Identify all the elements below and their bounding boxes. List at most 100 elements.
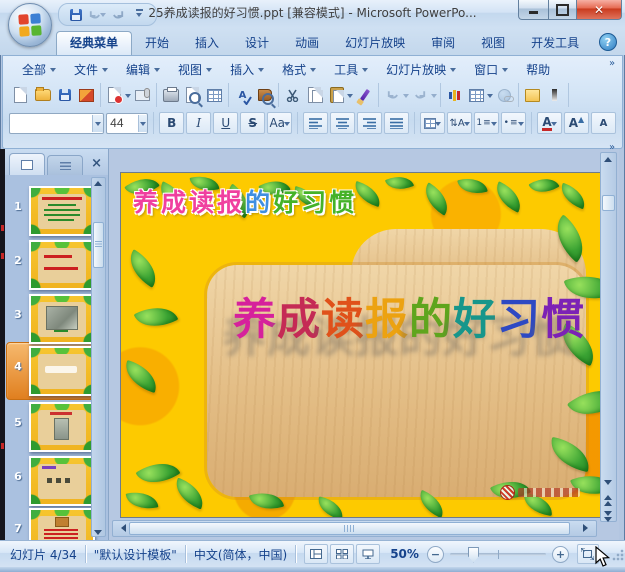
horizontal-scroll-thumb[interactable] xyxy=(129,522,570,535)
zoom-in-button[interactable]: + xyxy=(551,545,569,563)
menu-all[interactable]: 全部 xyxy=(13,59,65,80)
scroll-down-icon[interactable] xyxy=(94,530,102,535)
underline-button[interactable]: U xyxy=(213,112,239,134)
office-button[interactable] xyxy=(8,3,52,47)
tab-home[interactable]: 开始 xyxy=(132,32,182,55)
hyperlink-button[interactable] xyxy=(494,85,515,106)
close-view-button[interactable] xyxy=(204,85,225,106)
font-size-input[interactable] xyxy=(107,115,139,131)
menu-file[interactable]: 文件 xyxy=(65,59,117,80)
scroll-right-icon[interactable] xyxy=(583,524,592,532)
permission-button[interactable] xyxy=(104,85,125,106)
close-button[interactable]: ✕ xyxy=(577,0,622,20)
font-name-dropdown[interactable] xyxy=(91,114,104,132)
mail-attach-button[interactable] xyxy=(132,85,153,106)
tab-animations[interactable]: 动画 xyxy=(282,32,332,55)
scroll-up-icon[interactable] xyxy=(604,157,612,162)
customize-quick-access-button[interactable] xyxy=(130,6,148,23)
font-size-dropdown[interactable] xyxy=(138,114,148,132)
tab-insert[interactable]: 插入 xyxy=(182,32,232,55)
new-slide-button[interactable] xyxy=(522,85,543,106)
font-name-combo[interactable] xyxy=(9,112,105,134)
slide-thumbnail-1[interactable]: 1 xyxy=(7,186,99,236)
previous-slide-button[interactable] xyxy=(603,495,613,506)
tab-review[interactable]: 审阅 xyxy=(418,32,468,55)
thumbnail-image[interactable] xyxy=(29,346,95,396)
thumbnail-image[interactable] xyxy=(29,240,95,290)
scroll-left-icon[interactable] xyxy=(117,524,126,532)
normal-view-button[interactable] xyxy=(304,544,329,564)
zoom-slider-thumb[interactable] xyxy=(467,546,479,563)
menu-slideshow[interactable]: 幻灯片放映 xyxy=(377,59,465,80)
font-name-input[interactable] xyxy=(10,115,92,131)
partial-icon-button[interactable] xyxy=(544,85,565,106)
new-button[interactable] xyxy=(10,85,31,106)
vertical-scroll-thumb[interactable] xyxy=(602,195,615,211)
insert-table-button[interactable] xyxy=(466,85,487,106)
save-button[interactable] xyxy=(67,6,85,23)
slide-canvas[interactable]: 养成读报的好习惯 养成读报的好习惯 xyxy=(120,172,601,518)
outline-tab[interactable] xyxy=(47,155,83,175)
scroll-down-icon[interactable] xyxy=(604,480,612,485)
tab-view[interactable]: 视图 xyxy=(468,32,518,55)
shrink-font-button[interactable]: A xyxy=(590,112,616,134)
font-size-combo[interactable] xyxy=(106,112,149,134)
maximize-button[interactable] xyxy=(549,0,577,20)
language-indicator[interactable]: 中文(简体，中国) xyxy=(194,546,287,563)
zoom-out-button[interactable]: − xyxy=(426,545,444,563)
text-direction-button[interactable] xyxy=(420,112,446,134)
minimize-button[interactable] xyxy=(518,0,549,20)
open-button[interactable] xyxy=(32,85,53,106)
panel-scrollbar[interactable] xyxy=(91,177,106,537)
save-button-2[interactable] xyxy=(54,85,75,106)
slide-thumbnail-5[interactable]: 5 xyxy=(7,402,99,452)
scroll-up-icon[interactable] xyxy=(94,181,102,186)
vertical-scrollbar[interactable] xyxy=(600,152,617,522)
align-center-button[interactable] xyxy=(330,112,356,134)
redo-toolbar-button[interactable] xyxy=(410,85,431,106)
slide-thumbnail-2[interactable]: 2 xyxy=(7,240,99,290)
horizontal-scrollbar[interactable] xyxy=(112,520,597,537)
formatting-overflow-icon[interactable]: » xyxy=(609,58,619,69)
slide-thumbnail-3[interactable]: 3 xyxy=(7,294,99,344)
undo-toolbar-button[interactable] xyxy=(382,85,403,106)
menu-insert[interactable]: 插入 xyxy=(221,59,273,80)
resize-grip[interactable] xyxy=(612,549,624,561)
bold-button[interactable]: B xyxy=(159,112,185,134)
menu-tools[interactable]: 工具 xyxy=(325,59,377,80)
thumbnail-image[interactable] xyxy=(29,402,95,452)
paste-button[interactable] xyxy=(326,85,347,106)
font-color-button[interactable]: A xyxy=(536,112,562,134)
thumbnail-image[interactable] xyxy=(29,294,95,344)
print-button[interactable] xyxy=(160,85,181,106)
align-left-button[interactable] xyxy=(303,112,329,134)
justify-button[interactable] xyxy=(384,112,410,134)
slides-tab[interactable] xyxy=(9,153,45,175)
close-panel-button[interactable]: × xyxy=(91,156,102,171)
cut-button[interactable] xyxy=(282,85,303,106)
spell-check-button[interactable]: A xyxy=(232,85,253,106)
menu-help[interactable]: 帮助 xyxy=(517,59,559,80)
copy-button[interactable] xyxy=(304,85,325,106)
menu-window[interactable]: 窗口 xyxy=(465,59,517,80)
zoom-slider[interactable] xyxy=(449,546,546,563)
help-button[interactable]: ? xyxy=(599,33,617,51)
tab-classic-menu[interactable]: 经典菜单 xyxy=(56,31,133,55)
panel-scroll-thumb[interactable] xyxy=(93,222,104,268)
thumbnail-image[interactable] xyxy=(29,186,95,236)
menu-view[interactable]: 视图 xyxy=(169,59,221,80)
research-button[interactable] xyxy=(254,85,275,106)
insert-chart-button[interactable] xyxy=(444,85,465,106)
slide-main-title[interactable]: 养成读报的好习惯 xyxy=(233,285,585,347)
redo-button[interactable] xyxy=(109,6,127,23)
align-right-button[interactable] xyxy=(357,112,383,134)
grow-font-button[interactable]: A ▲ xyxy=(563,112,589,134)
undo-button[interactable] xyxy=(88,6,106,23)
line-spacing-button[interactable]: ⇅A xyxy=(447,112,473,134)
next-slide-button[interactable] xyxy=(603,511,613,522)
strikethrough-button[interactable]: S xyxy=(240,112,266,134)
print-preview-button[interactable] xyxy=(182,85,203,106)
tab-developer[interactable]: 开发工具 xyxy=(518,32,592,55)
thumbnail-image[interactable] xyxy=(29,456,95,506)
bullet-list-button[interactable]: •≡ xyxy=(501,112,527,134)
